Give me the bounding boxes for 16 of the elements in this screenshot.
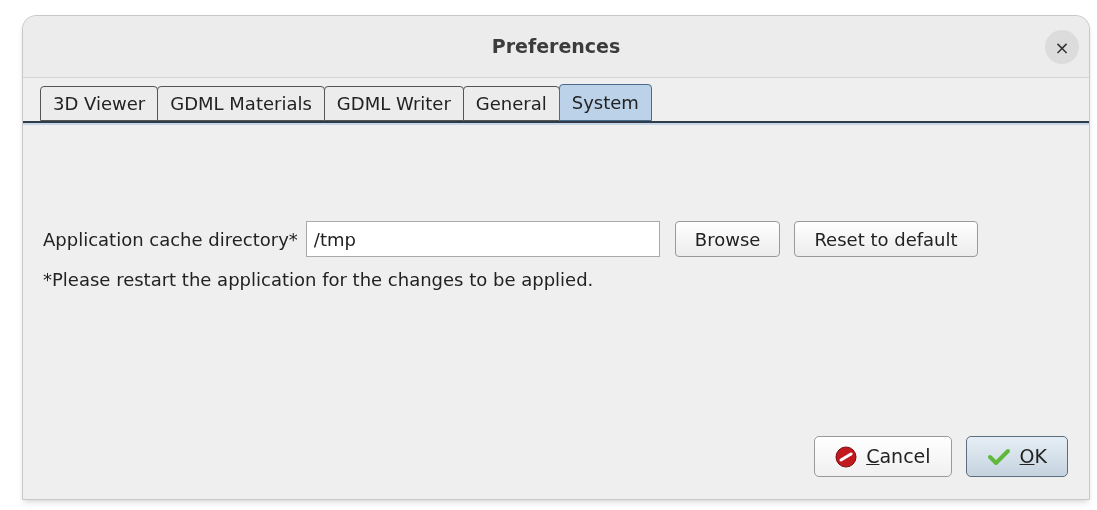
field-label: Application cache directory* (43, 227, 298, 252)
restart-note: *Please restart the application for the changes to be applied. (43, 268, 595, 292)
tab[interactable]: System (558, 84, 652, 121)
tab[interactable]: GDML Materials (157, 86, 325, 121)
reset-button[interactable]: Reset to default (794, 221, 978, 257)
window-title: Preferences (491, 34, 621, 60)
tab[interactable]: GDML Writer (323, 86, 464, 121)
ok-button[interactable]: OK (965, 436, 1068, 477)
check-icon (986, 446, 1011, 467)
cache-directory-field[interactable]: /tmp (305, 221, 660, 257)
browse-button[interactable]: Browse (674, 221, 781, 257)
tab[interactable]: 3D Viewer (40, 86, 159, 121)
cancel-icon (835, 445, 858, 468)
tab[interactable]: General (462, 86, 560, 121)
close-button[interactable]: × (1045, 30, 1079, 64)
cancel-button[interactable]: Cancel (814, 436, 952, 477)
